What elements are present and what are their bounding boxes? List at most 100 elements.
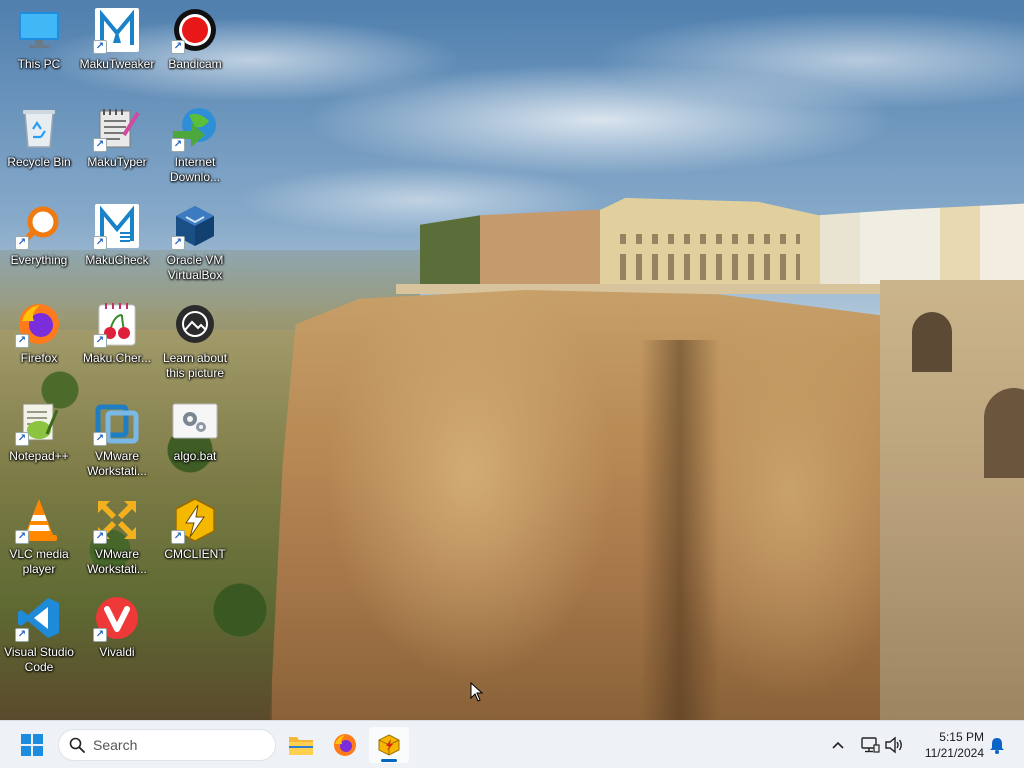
desktop-icon-label: Notepad++ [9,449,69,463]
show-hidden-icons-button[interactable] [826,733,850,757]
gears-batch-icon [171,398,219,446]
package-icon [378,734,400,756]
shortcut-arrow-icon: ↗ [15,628,29,642]
desktop-icon-label: VMware Workstati... [87,449,147,478]
search-icon [69,737,85,753]
bandicam-record-icon: ↗ [171,6,219,54]
desktop-icon-label: Recycle Bin [7,155,71,169]
chevron-up-icon [832,741,844,749]
desktop-icon-cmclient[interactable]: ↗ CMCLIENT [156,490,234,582]
taskbar: Search 5:15 PM 11/21/2024 [0,720,1024,768]
search-placeholder: Search [93,737,138,753]
desktop-icon-label: This PC [17,57,61,71]
shortcut-arrow-icon: ↗ [93,334,107,348]
mouse-cursor-icon [470,682,484,702]
desktop-icon-label: MakuTyper [87,155,147,169]
shortcut-arrow-icon: ↗ [93,432,107,446]
vlc-cone-icon: ↗ [15,496,63,544]
shortcut-arrow-icon: ↗ [15,530,29,544]
desktop-icon-makutweaker[interactable]: ↗ MakuTweaker [78,0,156,92]
desktop-icon-label: algo.bat [173,449,217,463]
desktop-icon-internet-download[interactable]: ↗ Internet Downlo... [156,98,234,190]
desktop-icon-vlc[interactable]: ↗ VLC media player [0,490,78,582]
desktop-icon-vmware-player[interactable]: ↗ VMware Workstati... [78,490,156,582]
shortcut-arrow-icon: ↗ [93,628,107,642]
shortcut-arrow-icon: ↗ [15,236,29,250]
active-app-indicator [381,759,397,762]
desktop-icon-this-pc[interactable]: This PC [0,0,78,92]
desktop-icon-label: Learn about this picture [162,351,228,380]
shortcut-arrow-icon: ↗ [93,530,107,544]
makutweaker-icon: ↗ [93,6,141,54]
shortcut-arrow-icon: ↗ [93,236,107,250]
monitor-icon [15,6,63,54]
desktop-icon-algo-bat[interactable]: algo.bat [156,392,234,484]
desktop-icon-notepadpp[interactable]: ↗ Notepad++ [0,392,78,484]
desktop-icon-vmware-workstation[interactable]: ↗ VMware Workstati... [78,392,156,484]
bell-icon [990,738,1004,754]
notifications-button[interactable] [985,733,1009,757]
desktop: This PC Recycle Bin ↗ Everything ↗ Firef… [0,0,1024,720]
taskbar-app-file-explorer[interactable] [281,727,321,763]
shortcut-arrow-icon: ↗ [93,40,107,54]
clock-date: 11/21/2024 [924,746,984,760]
lightning-hexagon-icon: ↗ [171,496,219,544]
firefox-icon [334,734,356,756]
notepad-pen-icon: ↗ [93,104,141,152]
desktop-icon-label: VLC media player [9,547,69,576]
windows-logo-icon [21,734,43,756]
desktop-icon-firefox[interactable]: ↗ Firefox [0,294,78,386]
makucheck-icon: ↗ [93,202,141,250]
notepadpp-icon: ↗ [15,398,63,446]
desktop-icon-makucheck[interactable]: ↗ MakuCheck [78,196,156,288]
desktop-icon-makutyper[interactable]: ↗ MakuTyper [78,98,156,190]
desktop-icon-label: CMCLIENT [164,547,226,561]
shortcut-arrow-icon: ↗ [171,530,185,544]
vscode-icon: ↗ [15,594,63,642]
desktop-icon-label: MakuTweaker [79,57,155,71]
taskbar-clock[interactable]: 5:15 PM 11/21/2024 [912,729,984,761]
desktop-icon-learn-about-picture[interactable]: Learn about this picture [156,294,234,386]
shortcut-arrow-icon: ↗ [171,138,185,152]
clock-time: 5:15 PM [939,730,984,744]
desktop-icon-label: Visual Studio Code [4,645,74,674]
learn-picture-icon [171,300,219,348]
desktop-icon-bandicam[interactable]: ↗ Bandicam [156,0,234,92]
desktop-icon-label: VMware Workstati... [87,547,147,576]
recycle-bin-icon [15,104,63,152]
desktop-icon-label: Firefox [20,351,58,365]
desktop-icon-recycle-bin[interactable]: Recycle Bin [0,98,78,190]
shortcut-arrow-icon: ↗ [171,40,185,54]
desktop-icon-everything[interactable]: ↗ Everything [0,196,78,288]
desktop-icon-label: Oracle VM VirtualBox [166,253,224,282]
taskbar-app-firefox[interactable] [325,727,365,763]
vmware-icon: ↗ [93,398,141,446]
desktop-icon-vscode[interactable]: ↗ Visual Studio Code [0,588,78,680]
shortcut-arrow-icon: ↗ [93,138,107,152]
desktop-icon-virtualbox[interactable]: ↗ Oracle VM VirtualBox [156,196,234,288]
taskbar-search-box[interactable]: Search [58,729,276,761]
folder-icon [289,737,313,755]
desktop-icon-label: Maku.Cher... [82,351,152,365]
shortcut-arrow-icon: ↗ [15,334,29,348]
desktop-icon-makucherry[interactable]: ↗ Maku.Cher... [78,294,156,386]
desktop-icon-vivaldi[interactable]: ↗ Vivaldi [78,588,156,680]
firefox-icon: ↗ [15,300,63,348]
vmware-player-icon: ↗ [93,496,141,544]
network-icon [861,737,880,753]
desktop-icon-label: Everything [10,253,68,267]
start-button[interactable] [12,729,52,761]
desktop-icon-label: MakuCheck [85,253,149,267]
network-status-button[interactable] [858,733,882,757]
taskbar-app-cmclient[interactable] [369,727,409,763]
cherry-icon: ↗ [93,300,141,348]
vivaldi-icon: ↗ [93,594,141,642]
speaker-icon [885,736,902,754]
desktop-icon-label: Vivaldi [99,645,135,659]
desktop-icon-label: Internet Downlo... [169,155,221,184]
volume-button[interactable] [882,733,906,757]
shortcut-arrow-icon: ↗ [15,432,29,446]
shortcut-arrow-icon: ↗ [171,236,185,250]
globe-download-icon: ↗ [171,104,219,152]
desktop-icon-label: Bandicam [168,57,222,71]
